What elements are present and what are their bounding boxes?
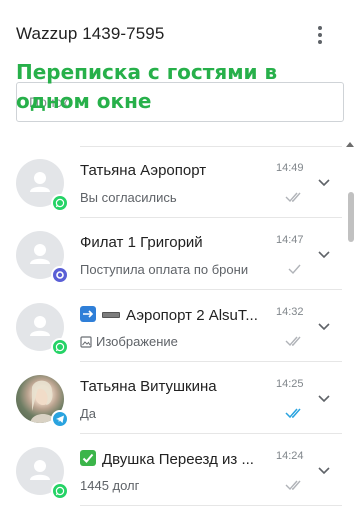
dash-emoji-icon [102, 312, 120, 318]
chat-time: 14:25 [276, 378, 304, 390]
chat-list[interactable]: Татьяна Аэропорт Вы согласились 14:49 Фи… [0, 146, 346, 516]
search-field[interactable] [16, 82, 344, 122]
chat-row[interactable]: Филат 1 Григорий Поступила оплата по бро… [0, 218, 346, 290]
chat-preview: Да [80, 406, 97, 421]
green-check-emoji-icon [80, 450, 96, 466]
double-check-icon [285, 480, 301, 491]
avito-icon [51, 266, 69, 284]
more-options-icon[interactable] [310, 24, 330, 46]
chat-name: Татьяна Аэропорт [80, 162, 207, 179]
header: Wazzup 1439-7595 [0, 0, 362, 70]
whatsapp-icon [51, 194, 69, 212]
chat-time: 14:47 [276, 234, 304, 246]
chat-name: Филат 1 Григорий [80, 234, 203, 251]
image-icon [80, 336, 92, 348]
chat-preview: Изображение [80, 334, 270, 349]
chevron-down-icon[interactable] [318, 465, 330, 475]
chat-time: 14:24 [276, 450, 304, 462]
chat-row[interactable]: Аэропорт 2 AlsuT... Изображение 14:32 [0, 290, 346, 362]
chat-preview: Вы согласились [80, 190, 177, 205]
chat-name-text: Аэропорт 2 AlsuT... [126, 307, 258, 324]
chevron-down-icon[interactable] [318, 321, 330, 331]
chat-row[interactable]: Татьяна Витушкина Да 14:25 [0, 362, 346, 434]
chat-time: 14:49 [276, 162, 304, 174]
scrollbar-thumb[interactable] [348, 192, 354, 242]
divider [80, 505, 342, 506]
double-check-icon [285, 192, 301, 203]
blue-arrow-emoji-icon [80, 306, 96, 322]
chat-name: Двушка Переезд из ... [80, 450, 272, 468]
chevron-down-icon[interactable] [318, 249, 330, 259]
chat-row[interactable]: Двушка Переезд из ... 1445 долг 14:24 [0, 434, 346, 506]
chat-preview: Поступила оплата по брони [80, 262, 249, 277]
app-title: Wazzup 1439-7595 [16, 24, 165, 43]
telegram-icon [51, 410, 69, 428]
single-check-icon [288, 264, 301, 275]
double-check-read-icon [285, 408, 301, 419]
double-check-icon [285, 336, 301, 347]
chat-name: Аэропорт 2 AlsuT... [80, 306, 272, 324]
chat-preview-text: Изображение [96, 334, 178, 349]
chevron-down-icon[interactable] [318, 177, 330, 187]
chat-name: Татьяна Витушкина [80, 378, 217, 395]
whatsapp-icon [51, 338, 69, 356]
chat-row[interactable]: Татьяна Аэропорт Вы согласились 14:49 [0, 146, 346, 218]
search-input[interactable] [17, 83, 343, 121]
chat-preview: 1445 долг [80, 478, 140, 493]
whatsapp-icon [51, 482, 69, 500]
chevron-down-icon[interactable] [318, 393, 330, 403]
scroll-up-arrow-icon[interactable] [346, 142, 354, 147]
chat-time: 14:32 [276, 306, 304, 318]
chat-name-text: Двушка Переезд из ... [102, 451, 254, 468]
